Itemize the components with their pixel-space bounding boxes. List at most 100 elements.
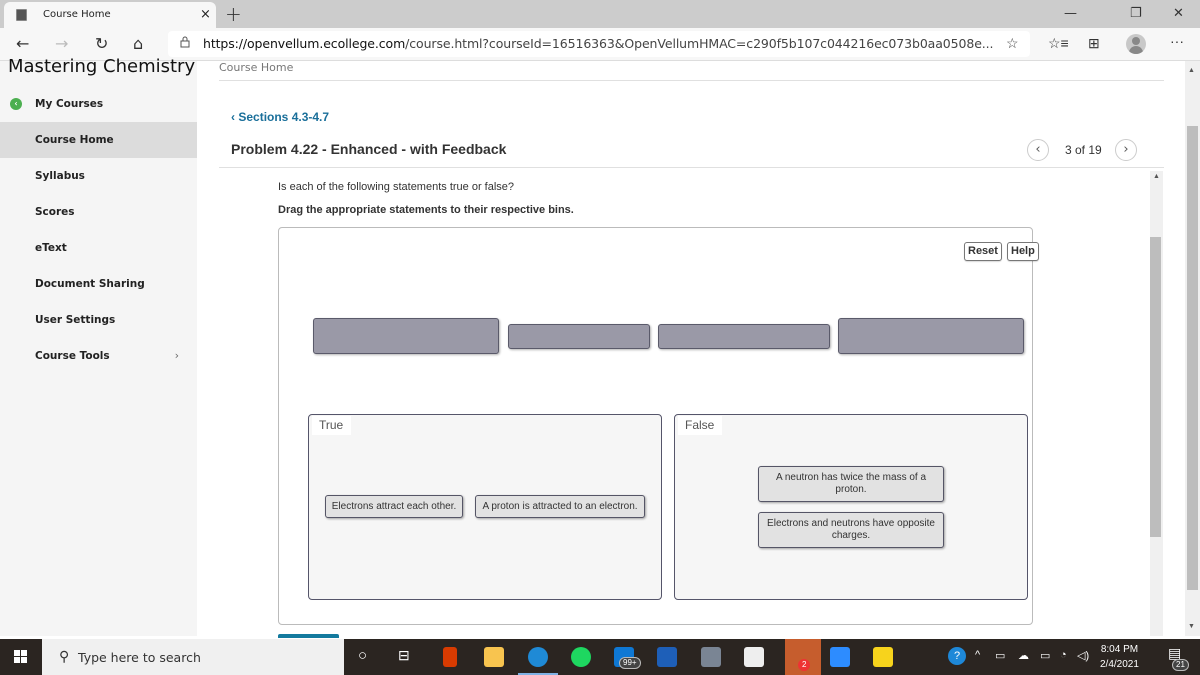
cortana-icon[interactable]: ○ — [358, 647, 367, 664]
scroll-up-icon[interactable]: ▲ — [1188, 67, 1195, 74]
problem-count: 3 of 19 — [1065, 143, 1102, 157]
back-button[interactable]: ← — [16, 34, 29, 53]
home-button[interactable]: ⌂ — [133, 34, 143, 53]
wifi-icon[interactable]: ◔ — [1060, 649, 1067, 661]
calculator-icon[interactable] — [701, 647, 721, 667]
sidebar-item-course-home[interactable]: Course Home — [0, 122, 197, 158]
instruction-text: Drag the appropriate statements to their… — [278, 204, 574, 216]
chevron-right-icon: › — [174, 350, 179, 362]
taskbar-search[interactable]: ⚲ Type here to search — [42, 639, 344, 675]
task-view-icon[interactable]: ⊟ — [398, 647, 410, 664]
reset-button[interactable]: Reset — [964, 242, 1002, 261]
empty-card-slot[interactable] — [313, 318, 499, 354]
statement-card[interactable]: A proton is attracted to an electron. — [475, 495, 645, 518]
next-problem-button[interactable]: › — [1115, 139, 1137, 161]
notification-count: 21 — [1172, 659, 1189, 671]
help-tray-icon[interactable]: ? — [948, 647, 966, 665]
clock-time: 8:04 PM — [1100, 644, 1139, 655]
divider — [219, 167, 1164, 168]
section-link[interactable]: ‹ Sections 4.3-4.7 — [231, 110, 329, 124]
restore-button[interactable]: ❐ — [1130, 6, 1142, 21]
lock-icon — [180, 36, 190, 48]
sidebar-item-syllabus[interactable]: Syllabus — [0, 158, 197, 194]
breadcrumb[interactable]: Course Home — [219, 61, 293, 74]
empty-card-slot[interactable] — [508, 324, 650, 349]
brand-title: Mastering Chemistry — [8, 56, 196, 77]
url-text[interactable]: https://openvellum.ecollege.com/course.h… — [203, 36, 994, 51]
battery-icon[interactable]: ▭ — [1040, 649, 1050, 662]
bin-label: False — [678, 416, 723, 435]
add-favorite-icon[interactable]: ☆ — [1006, 35, 1019, 52]
favorites-icon[interactable]: ☆≡ — [1048, 35, 1069, 52]
close-window-button[interactable]: ✕ — [1173, 6, 1184, 21]
help-button[interactable]: Help — [1007, 242, 1039, 261]
previous-problem-button[interactable]: ‹ — [1027, 139, 1049, 161]
content-scrollbar[interactable]: ▲ — [1150, 171, 1163, 636]
page-scrollbar[interactable]: ▲ ▼ — [1185, 61, 1200, 636]
system-clock[interactable]: 8:04 PM 2/4/2021 — [1100, 642, 1139, 672]
statement-card[interactable]: Electrons and neutrons have opposite cha… — [758, 512, 944, 548]
sidebar-item-document-sharing[interactable]: Document Sharing — [0, 266, 197, 302]
address-bar[interactable]: https://openvellum.ecollege.com/course.h… — [168, 31, 1030, 57]
sidebar-item-label: Course Tools — [35, 350, 110, 362]
new-tab-button[interactable]: + — [225, 2, 242, 26]
show-hidden-icons[interactable]: ^ — [975, 649, 980, 661]
refresh-button[interactable]: ↻ — [95, 34, 108, 53]
office-icon[interactable] — [443, 647, 457, 667]
sidebar: Mastering Chemistry ‹ My Courses Course … — [0, 56, 197, 636]
word-icon[interactable] — [657, 647, 677, 667]
sidebar-item-label: Course Home — [35, 134, 114, 146]
windows-taskbar: ⚲ Type here to search ○ ⊟ 99+ 2 ? ^ ▭ ☁ … — [0, 639, 1200, 675]
minimize-button[interactable]: — — [1064, 6, 1077, 21]
sidebar-item-label: Scores — [35, 206, 75, 218]
empty-card-slot[interactable] — [838, 318, 1024, 354]
collections-icon[interactable]: ⊞ — [1088, 35, 1100, 52]
page-favicon-icon — [16, 9, 27, 21]
spotify-icon[interactable] — [571, 647, 591, 667]
clock-date: 2/4/2021 — [1100, 659, 1139, 670]
zoom-icon[interactable] — [830, 647, 850, 667]
true-bin[interactable]: True Electrons attract each other. A pro… — [308, 414, 662, 600]
sidebar-item-label: My Courses — [35, 98, 104, 110]
sidebar-item-label: Document Sharing — [35, 278, 145, 290]
browser-tab[interactable]: Course Home × — [4, 2, 216, 28]
sidebar-item-course-tools[interactable]: Course Tools › — [0, 338, 197, 374]
store-icon[interactable] — [744, 647, 764, 667]
sidebar-item-my-courses[interactable]: ‹ My Courses — [0, 86, 197, 122]
windows-logo-icon — [14, 650, 20, 656]
back-circle-icon: ‹ — [10, 98, 22, 110]
meet-now-icon[interactable]: ▭ — [995, 649, 1005, 662]
sidebar-item-scores[interactable]: Scores — [0, 194, 197, 230]
problem-title: Problem 4.22 - Enhanced - with Feedback — [231, 141, 507, 157]
onedrive-icon[interactable]: ☁ — [1018, 649, 1029, 662]
profile-avatar[interactable] — [1126, 34, 1146, 54]
statement-card[interactable]: A neutron has twice the mass of a proton… — [758, 466, 944, 502]
volume-icon[interactable]: ◁) — [1077, 649, 1089, 662]
scroll-down-icon[interactable]: ▼ — [1188, 623, 1195, 630]
sidebar-item-label: Syllabus — [35, 170, 85, 182]
sidebar-item-label: User Settings — [35, 314, 116, 326]
search-icon: ⚲ — [59, 648, 70, 664]
start-button[interactable] — [0, 639, 42, 675]
sidebar-item-etext[interactable]: eText — [0, 230, 197, 266]
statement-card[interactable]: Electrons attract each other. — [325, 495, 463, 518]
sidebar-item-user-settings[interactable]: User Settings — [0, 302, 197, 338]
page-content: Mastering Chemistry ‹ My Courses Course … — [0, 56, 1200, 638]
false-bin[interactable]: False A neutron has twice the mass of a … — [674, 414, 1028, 600]
empty-card-slot[interactable] — [658, 324, 830, 349]
file-explorer-icon[interactable] — [484, 647, 504, 667]
scrollbar-thumb[interactable] — [1150, 237, 1161, 537]
more-icon[interactable]: ··· — [1170, 33, 1184, 49]
scroll-up-icon[interactable]: ▲ — [1153, 173, 1160, 180]
edge-icon[interactable] — [528, 647, 548, 667]
tab-title: Course Home — [43, 9, 111, 20]
tab-close-icon[interactable]: × — [200, 7, 211, 22]
divider — [219, 80, 1164, 81]
scrollbar-thumb[interactable] — [1187, 126, 1198, 590]
submit-button[interactable] — [278, 634, 339, 638]
sticky-notes-icon[interactable] — [873, 647, 893, 667]
drag-drop-area: Reset Help True Electrons attract each o… — [278, 227, 1039, 625]
forward-button[interactable]: → — [55, 34, 68, 53]
question-text: Is each of the following statements true… — [278, 181, 515, 193]
search-placeholder: Type here to search — [78, 650, 201, 665]
